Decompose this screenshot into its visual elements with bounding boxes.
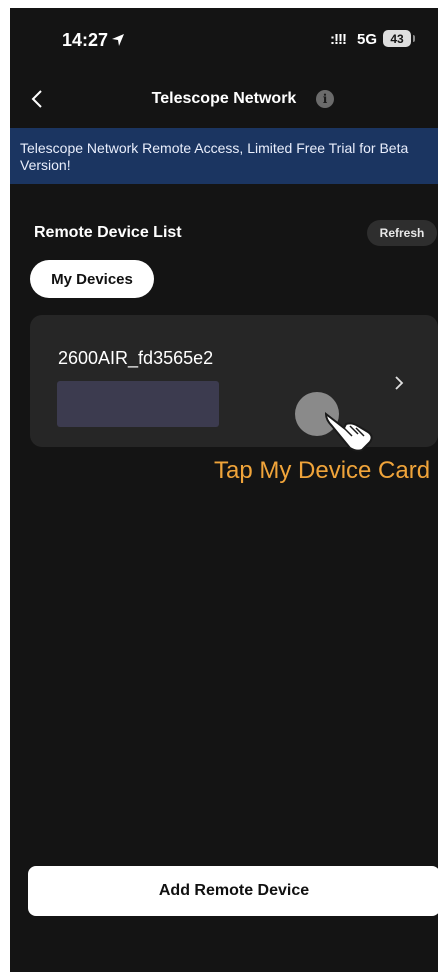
app-screen: 14:27 :!!! 5G 43 Telescope Network i Tel… bbox=[10, 8, 438, 972]
status-time: 14:27 bbox=[62, 30, 109, 50]
tab-my-devices[interactable]: My Devices bbox=[30, 260, 154, 298]
trial-banner: Telescope Network Remote Access, Limited… bbox=[10, 128, 438, 184]
device-list-title: Remote Device List bbox=[34, 224, 182, 241]
status-bar: 14:27 :!!! 5G 43 bbox=[10, 8, 438, 70]
location-arrow-icon bbox=[112, 34, 124, 46]
network-type: 5G bbox=[357, 31, 378, 48]
refresh-button[interactable]: Refresh bbox=[367, 220, 437, 246]
add-remote-device-button[interactable]: Add Remote Device bbox=[28, 866, 438, 916]
tap-hint-text: Tap My Device Card bbox=[214, 457, 431, 484]
signal-strength: :!!! bbox=[330, 31, 347, 48]
chevron-right-icon bbox=[395, 376, 404, 390]
battery-tip bbox=[413, 35, 415, 42]
device-details-redacted bbox=[57, 381, 219, 427]
info-icon[interactable]: i bbox=[316, 90, 334, 108]
device-name: 2600AIR_fd3565e2 bbox=[58, 348, 214, 368]
battery-indicator: 43 bbox=[383, 30, 411, 47]
page-title: Telescope Network bbox=[151, 90, 297, 107]
pointing-hand-icon bbox=[324, 411, 373, 452]
